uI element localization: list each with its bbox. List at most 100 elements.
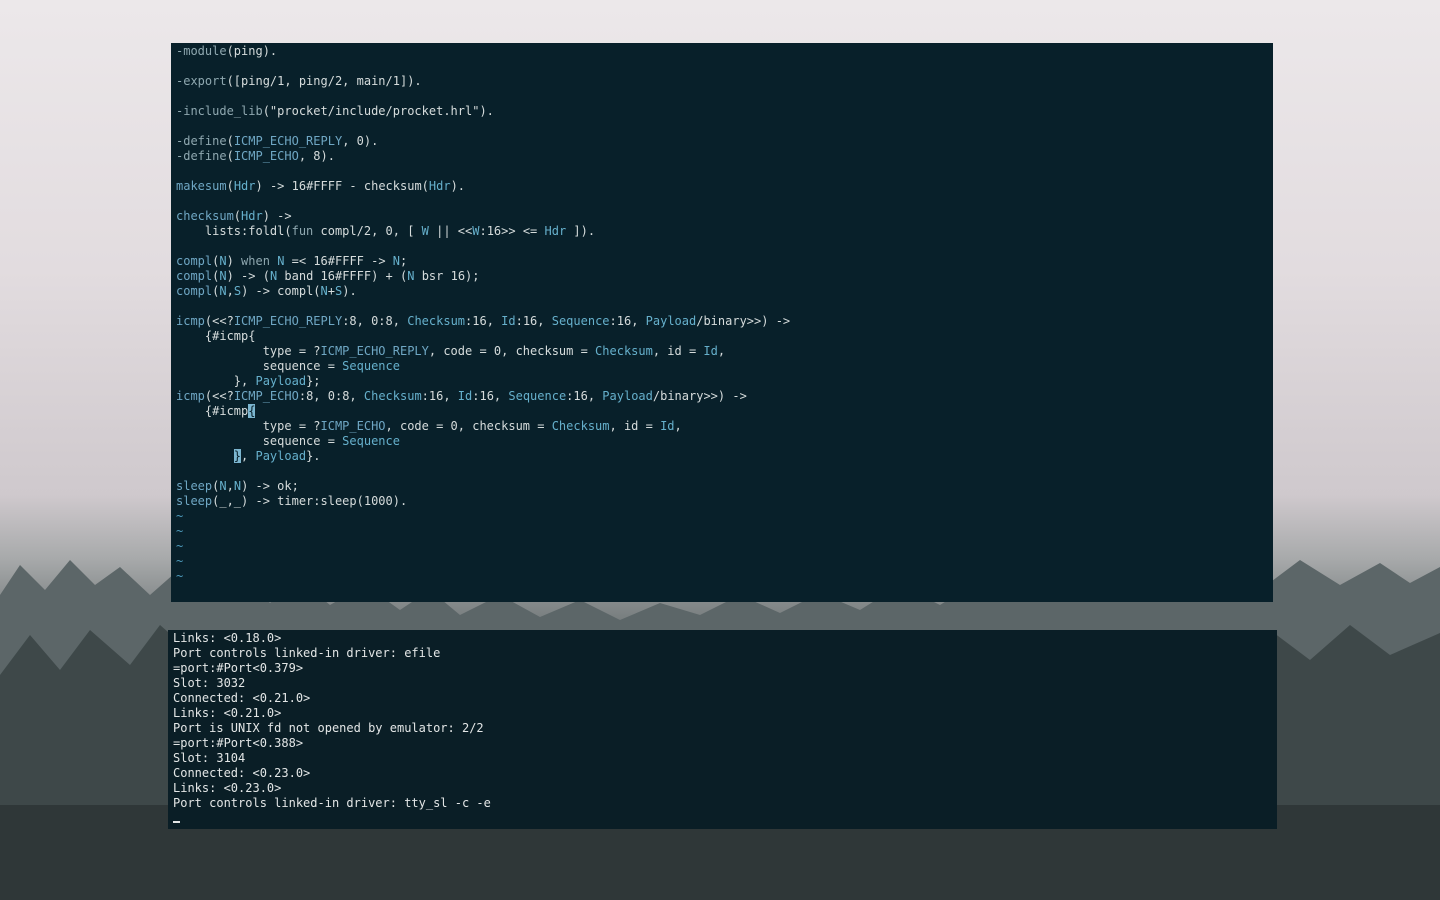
code-token: Payload bbox=[255, 449, 307, 463]
code-token: N bbox=[219, 254, 227, 268]
code-token: ("procket/include/procket.hrl"). bbox=[262, 104, 494, 118]
editor-cursor: } bbox=[233, 449, 242, 463]
code-token: ) bbox=[226, 254, 242, 268]
code-token: N bbox=[219, 284, 227, 298]
code-token: Hdr bbox=[428, 179, 451, 193]
code-token: , bbox=[241, 449, 256, 463]
code-token: Checksum bbox=[595, 344, 653, 358]
editor-line: compl(N) -> (N band 16#FFFF) + (N bsr 16… bbox=[176, 269, 1273, 284]
code-token: }, bbox=[176, 374, 256, 388]
code-token: , id = bbox=[609, 419, 661, 433]
code-token: Checksum bbox=[363, 389, 422, 403]
code-token: compl bbox=[176, 269, 213, 283]
code-token: =< 16#FFFF -> bbox=[284, 254, 393, 268]
code-token: ICMP_ECHO_REPLY bbox=[233, 134, 343, 148]
code-token: ( bbox=[226, 134, 234, 148]
code-token: makesum bbox=[176, 179, 227, 193]
code-token: }. bbox=[306, 449, 321, 463]
code-token: compl/2, 0, [ bbox=[313, 224, 422, 238]
console-line: Slot: 3032 bbox=[173, 676, 1277, 691]
editor-line: checksum(Hdr) -> bbox=[176, 209, 1273, 224]
code-token: ( bbox=[233, 209, 242, 223]
code-token: :16>> <= bbox=[479, 224, 545, 238]
console-line: =port:#Port<0.388> bbox=[173, 736, 1277, 751]
code-token: Sequence bbox=[508, 389, 567, 403]
erlang-console-window[interactable]: Links: <0.18.0> Port controls linked-in d… bbox=[168, 630, 1277, 829]
editor-line: icmp(<<?ICMP_ECHO_REPLY:8, 0:8, Checksum… bbox=[176, 314, 1273, 329]
code-token: ( bbox=[226, 149, 234, 163]
code-token: -define bbox=[176, 134, 227, 148]
editor-line: ~ bbox=[176, 569, 1273, 584]
empty-line-marker: ~ bbox=[176, 569, 184, 583]
code-token: }; bbox=[306, 374, 321, 388]
code-token: compl bbox=[176, 254, 213, 268]
code-token: icmp bbox=[176, 389, 205, 403]
code-token: ). bbox=[450, 179, 466, 193]
code-token: ) -> compl( bbox=[241, 284, 321, 298]
code-token: Id bbox=[703, 344, 718, 358]
code-token: /binary>>) -> bbox=[696, 314, 791, 328]
vim-editor-window[interactable]: -module(ping). -export([ping/1, ping/2, m… bbox=[171, 43, 1273, 602]
code-token: ICMP_ECHO bbox=[320, 419, 386, 433]
code-token: ICMP_ECHO bbox=[233, 149, 299, 163]
console-text: Port is UNIX fd not opened by emulator: … bbox=[173, 721, 484, 735]
console-line: =port:#Port<0.379> bbox=[173, 661, 1277, 676]
editor-line: icmp(<<?ICMP_ECHO:8, 0:8, Checksum:16, I… bbox=[176, 389, 1273, 404]
editor-line: sequence = Sequence bbox=[176, 434, 1273, 449]
empty-line-marker: ~ bbox=[176, 524, 184, 538]
console-cursor bbox=[173, 821, 180, 823]
empty-line-marker: ~ bbox=[176, 539, 184, 553]
code-token: fun bbox=[291, 224, 314, 238]
console-line: Port controls linked-in driver: efile bbox=[173, 646, 1277, 661]
code-token: ) -> bbox=[262, 209, 292, 223]
editor-line: ~ bbox=[176, 509, 1273, 524]
code-token: , bbox=[226, 284, 234, 298]
console-line: Slot: 3104 bbox=[173, 751, 1277, 766]
code-token: :16, bbox=[472, 389, 509, 403]
empty-line-marker: ~ bbox=[176, 554, 184, 568]
code-token: :16, bbox=[609, 314, 646, 328]
console-line: Links: <0.18.0> bbox=[173, 631, 1277, 646]
console-line bbox=[173, 811, 1277, 826]
code-token: , bbox=[717, 344, 726, 358]
code-token: ) -> 16#FFFF - checksum( bbox=[255, 179, 429, 193]
console-text: Slot: 3032 bbox=[173, 676, 246, 690]
code-token: Checksum bbox=[407, 314, 466, 328]
code-token: ) -> ( bbox=[226, 269, 270, 283]
code-token: checksum bbox=[176, 209, 234, 223]
code-token: lists:foldl( bbox=[176, 224, 292, 238]
console-line: Connected: <0.23.0> bbox=[173, 766, 1277, 781]
editor-line: type = ?ICMP_ECHO, code = 0, checksum = … bbox=[176, 419, 1273, 434]
console-text: Slot: 3104 bbox=[173, 751, 246, 765]
code-token: Payload bbox=[602, 389, 653, 403]
code-token: sleep bbox=[176, 494, 213, 508]
code-token: (_,_) -> timer:sleep(1000). bbox=[212, 494, 408, 508]
editor-line: ~ bbox=[176, 554, 1273, 569]
editor-line: }, Payload}. bbox=[176, 449, 1273, 464]
code-token: N bbox=[320, 284, 328, 298]
code-token: , 8). bbox=[298, 149, 335, 163]
code-token: S bbox=[233, 284, 242, 298]
console-line: Connected: <0.21.0> bbox=[173, 691, 1277, 706]
code-token: :8, 0:8, bbox=[342, 314, 408, 328]
code-token: + bbox=[327, 284, 336, 298]
editor-line: -define(ICMP_ECHO, 8). bbox=[176, 149, 1273, 164]
editor-line: sleep(_,_) -> timer:sleep(1000). bbox=[176, 494, 1273, 509]
code-token: {#icmp{ bbox=[176, 329, 256, 343]
code-token: Sequence bbox=[342, 359, 400, 373]
code-token: band 16#FFFF) + ( bbox=[277, 269, 408, 283]
editor-line: compl(N,S) -> compl(N+S). bbox=[176, 284, 1273, 299]
console-line: Port is UNIX fd not opened by emulator: … bbox=[173, 721, 1277, 736]
code-token: :16, bbox=[421, 389, 458, 403]
code-token: -module bbox=[176, 44, 227, 58]
code-token: , code = 0, checksum = bbox=[385, 419, 552, 433]
code-token: ICMP_ECHO_REPLY bbox=[233, 314, 343, 328]
code-token: , bbox=[674, 419, 682, 433]
